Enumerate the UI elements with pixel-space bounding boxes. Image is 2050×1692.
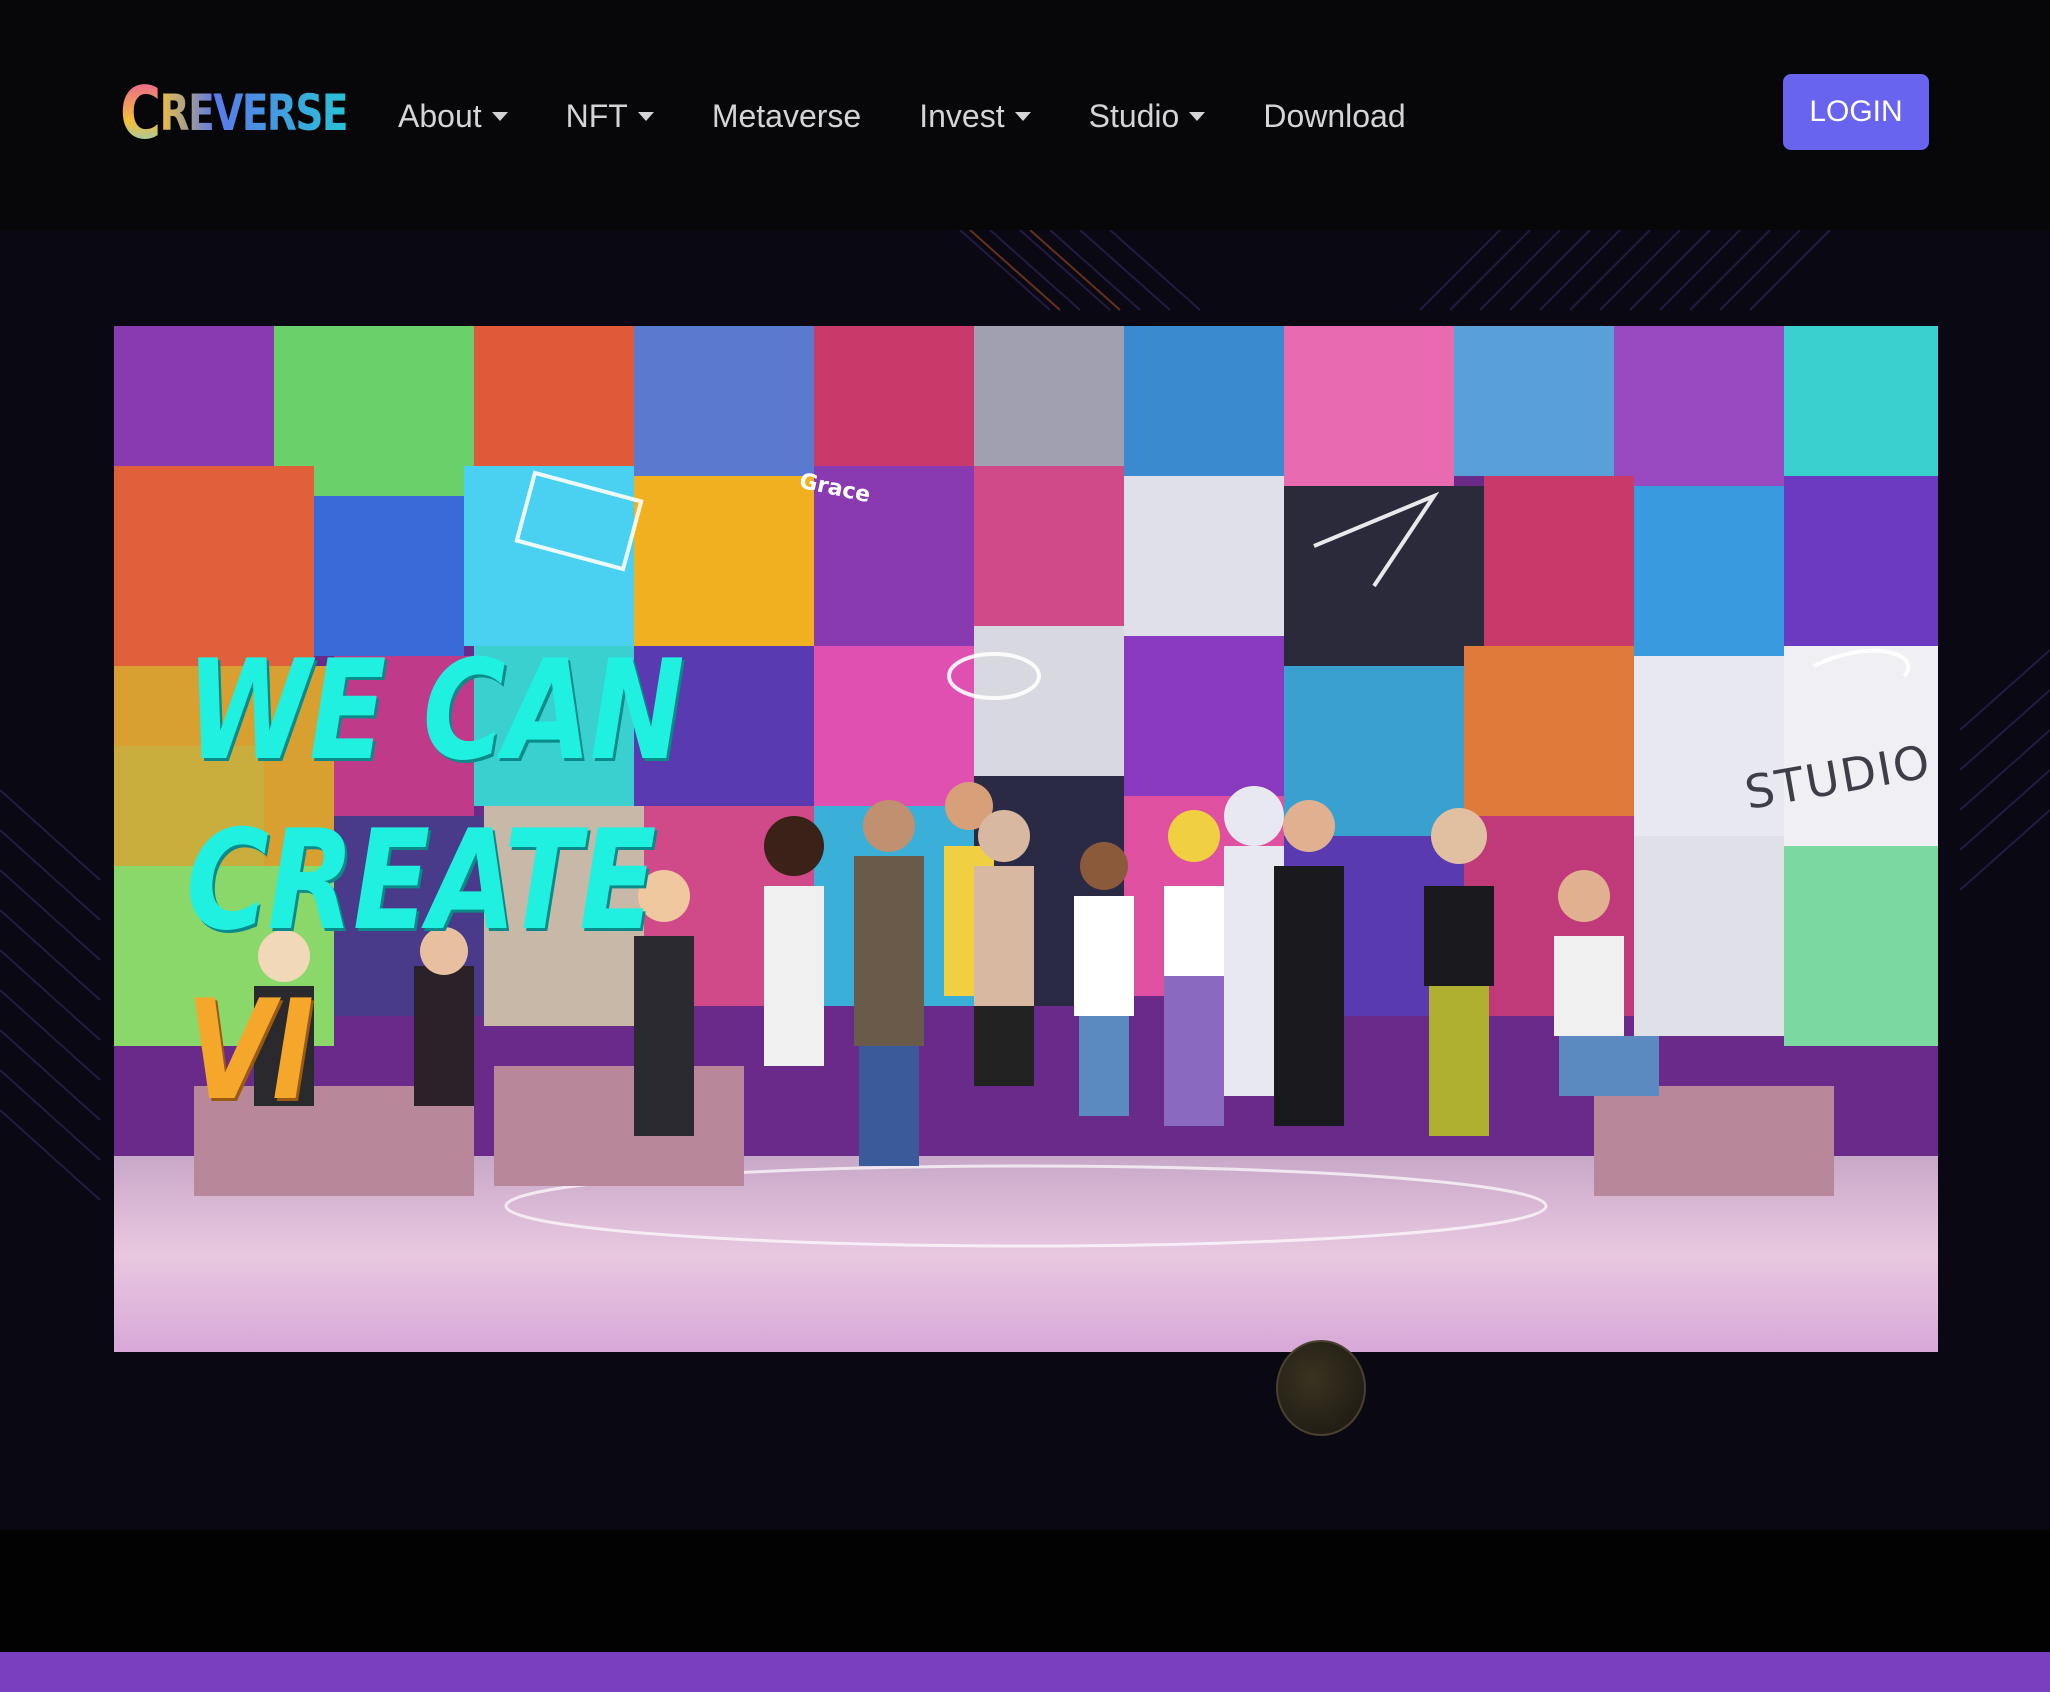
hero-section: WE CAN CREATE VI STUDIO Grace (0, 230, 2050, 1530)
caret-down-icon (491, 111, 508, 121)
logo-letters-reverse: REVERSE (159, 84, 349, 142)
nav-invest-label: Invest (919, 97, 1005, 134)
video-title-line-2: CREATE (186, 800, 657, 961)
video-control-dot[interactable] (1276, 1340, 1366, 1436)
nav-download-label: Download (1263, 97, 1406, 134)
hero-video-player[interactable]: WE CAN CREATE VI STUDIO Grace (114, 326, 1938, 1352)
logo-letter-c: C (120, 71, 161, 155)
nav-nft[interactable]: NFT (566, 98, 654, 135)
nav-about-label: About (398, 97, 482, 134)
nav-metaverse-label: Metaverse (711, 97, 862, 134)
video-overlay-title: WE CAN CREATE VI (186, 626, 685, 1136)
video-title-line-1: WE CAN (186, 630, 685, 791)
logo-wordmark: CREVERSE (120, 77, 349, 149)
nav-nft-label: NFT (565, 97, 628, 134)
top-navbar: CREVERSE About NFT Metaverse Invest Stud… (0, 0, 2050, 230)
nav-studio[interactable]: Studio (1089, 98, 1206, 135)
nav-about[interactable]: About (398, 98, 508, 135)
nav-download[interactable]: Download (1263, 98, 1405, 135)
caret-down-icon (637, 111, 654, 121)
section-divider (0, 1530, 2050, 1652)
bottom-purple-bar (0, 1652, 2050, 1692)
nav-metaverse[interactable]: Metaverse (712, 98, 861, 135)
caret-down-icon (1189, 111, 1206, 121)
nav-studio-label: Studio (1088, 97, 1180, 134)
login-button[interactable]: LOGIN (1783, 74, 1929, 150)
main-nav: About NFT Metaverse Invest Studio Downlo… (398, 88, 1464, 144)
caret-down-icon (1014, 111, 1031, 121)
video-title-line-3: VI (186, 970, 314, 1131)
creverse-logo[interactable]: CREVERSE (120, 77, 411, 149)
nav-invest[interactable]: Invest (919, 97, 1031, 135)
